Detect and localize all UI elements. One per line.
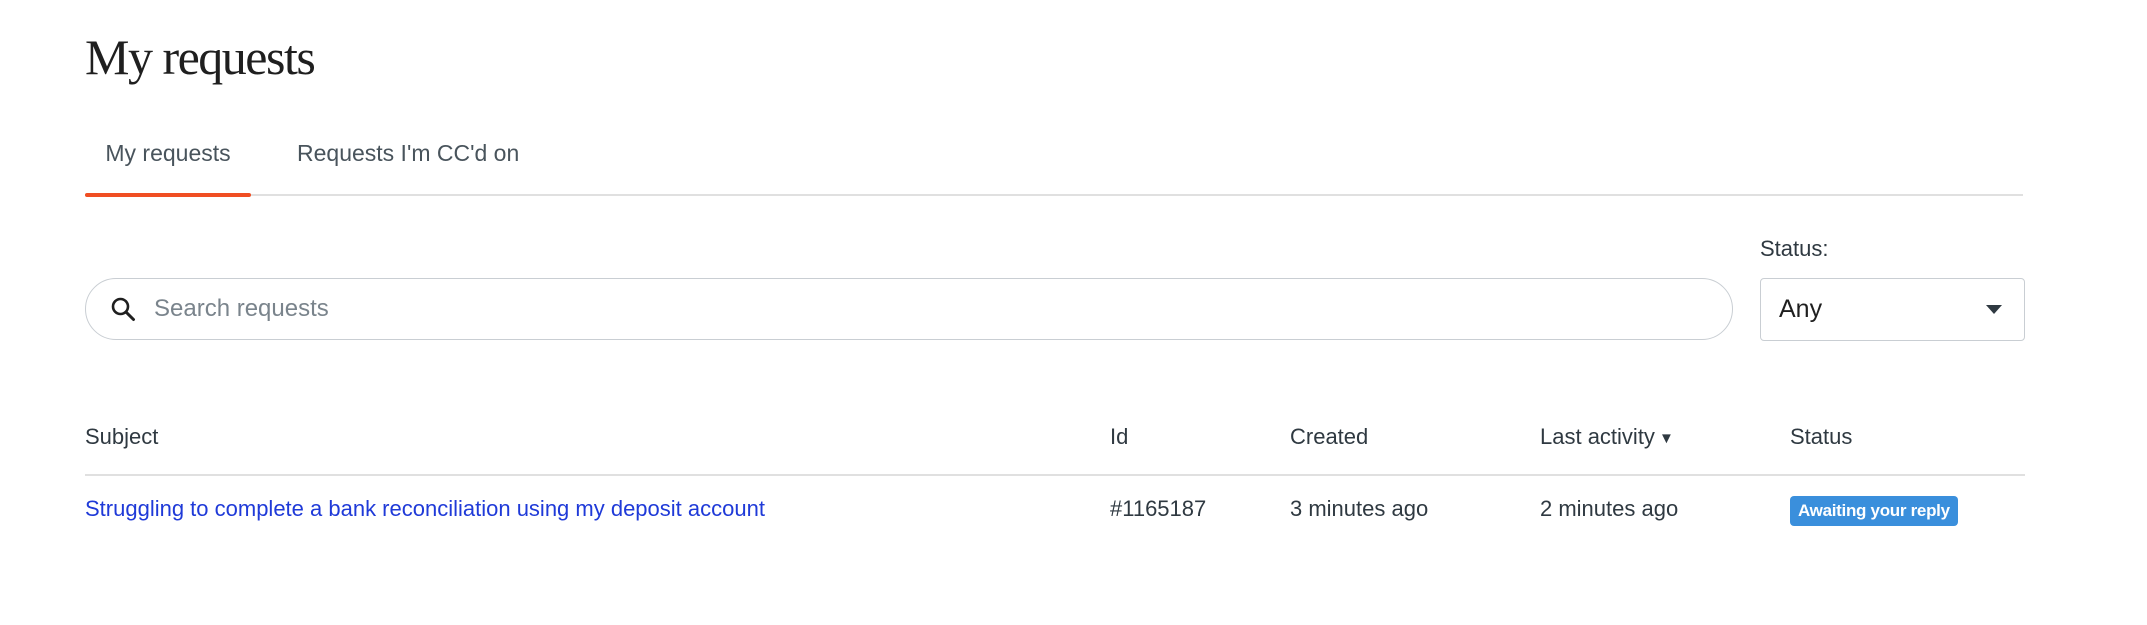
request-last-activity: 2 minutes ago [1540, 496, 1679, 521]
sort-descending-icon: ▼ [1658, 430, 1674, 447]
column-header-last-activity[interactable]: Last activity ▼ [1540, 424, 1674, 450]
request-subject-cell: Struggling to complete a bank reconcilia… [85, 496, 765, 522]
search-box[interactable] [85, 278, 1733, 340]
column-header-status[interactable]: Status [1790, 424, 1852, 450]
tab-label: My requests [105, 140, 231, 166]
status-badge: Awaiting your reply [1790, 496, 1958, 526]
requests-table: Subject Id Created Last activity ▼ Status… [85, 418, 2025, 546]
requests-page: My requests My requests Requests I'm CC'… [0, 0, 2147, 625]
search-icon [108, 294, 138, 324]
column-header-last-activity-label: Last activity [1540, 424, 1655, 449]
status-filter-select[interactable]: Any [1760, 278, 2025, 341]
column-header-subject[interactable]: Subject [85, 424, 158, 450]
request-subject-link[interactable]: Struggling to complete a bank reconcilia… [85, 496, 765, 521]
table-row: Struggling to complete a bank reconcilia… [85, 476, 2025, 546]
tab-requests-cc[interactable]: Requests I'm CC'd on [297, 130, 519, 194]
column-header-id[interactable]: Id [1110, 424, 1128, 450]
status-filter-value: Any [1779, 295, 1823, 323]
page-title: My requests [85, 29, 316, 85]
tab-label: Requests I'm CC'd on [297, 140, 520, 166]
column-header-created[interactable]: Created [1290, 424, 1368, 450]
request-status-cell: Awaiting your reply [1790, 496, 1958, 526]
tab-my-requests[interactable]: My requests [85, 130, 251, 197]
search-input[interactable] [152, 294, 1656, 324]
active-tab-indicator [85, 193, 251, 197]
chevron-down-icon [1986, 305, 2002, 314]
status-filter-label: Status: [1760, 236, 1829, 261]
request-created: 3 minutes ago [1290, 496, 1429, 521]
table-header: Subject Id Created Last activity ▼ Status [85, 418, 2025, 476]
request-id: #1165187 [1110, 496, 1207, 521]
request-tabs: My requests Requests I'm CC'd on [85, 130, 2023, 197]
